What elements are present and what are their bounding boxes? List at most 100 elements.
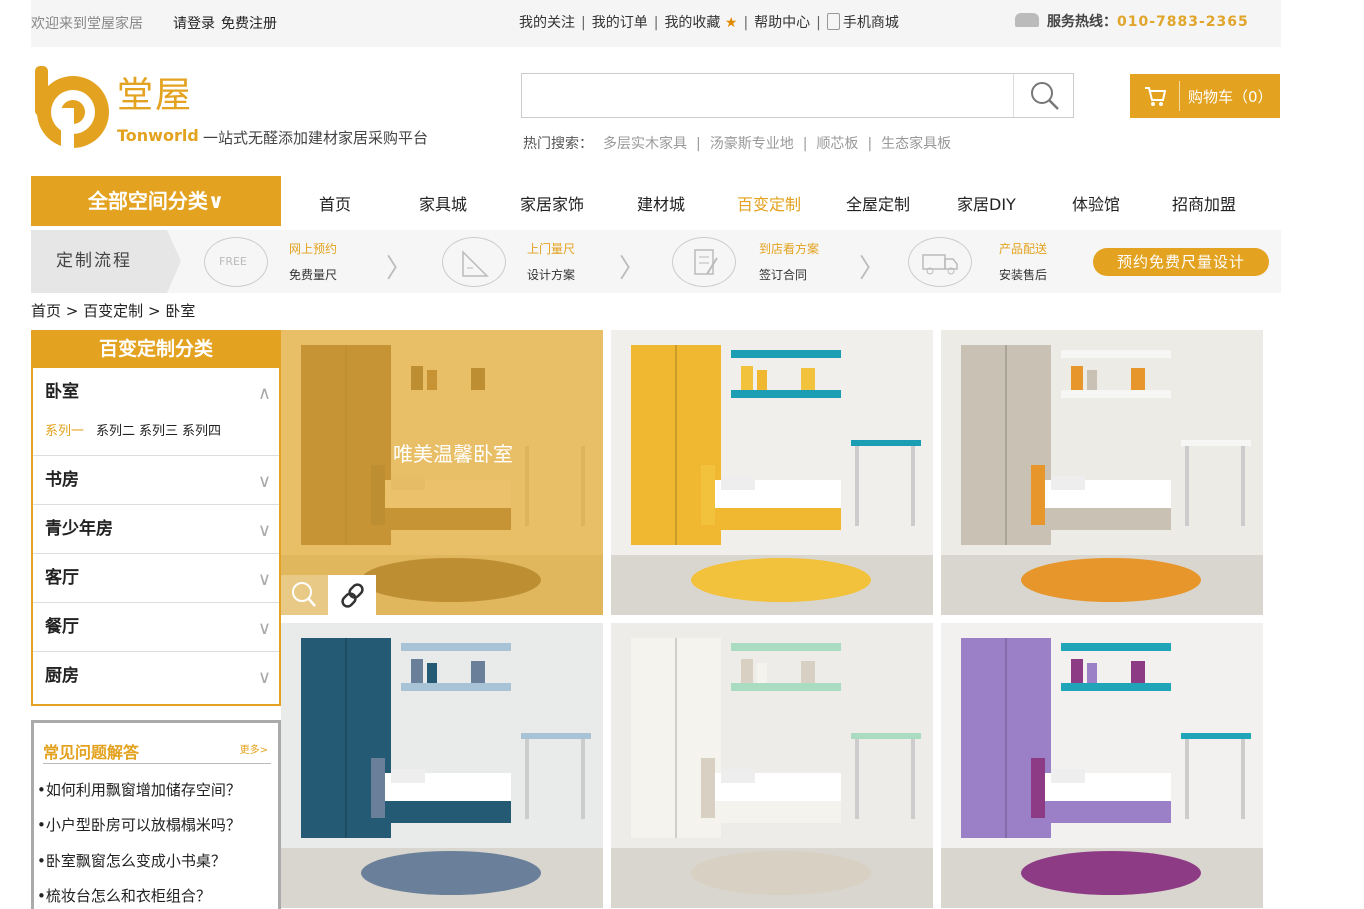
book	[1131, 368, 1145, 390]
chevron-down-icon: ∨	[257, 667, 271, 688]
desk	[1181, 733, 1251, 739]
breadcrumb-home[interactable]: 首页	[31, 302, 61, 320]
sidebar-item-label: 青少年房	[45, 519, 113, 539]
book	[1087, 663, 1097, 683]
wardrobe-seam	[1005, 345, 1007, 545]
step-title: 上门量尺	[527, 242, 576, 256]
sidebar-item-study[interactable]: 书房 ∨	[33, 456, 279, 505]
service-hotline: 服务热线：010-7883-2365	[1015, 11, 1249, 31]
shelf	[731, 350, 841, 358]
book	[741, 366, 753, 390]
sidebar-item-dining-room[interactable]: 餐厅 ∨	[33, 603, 279, 652]
hot-keyword[interactable]: 生态家具板	[881, 136, 951, 152]
pillow	[1051, 769, 1085, 783]
register-link[interactable]: 免费注册	[221, 16, 277, 32]
my-follow-link[interactable]: 我的关注	[519, 15, 575, 31]
sidebar-item-bedroom[interactable]: 卧室 ∧ 系列一 系列二 系列三 系列四	[33, 368, 279, 456]
sidebar-item-label: 卧室	[45, 382, 79, 402]
desk-leg	[911, 446, 915, 526]
headboard	[1031, 465, 1045, 525]
free-icon: FREE	[204, 237, 268, 287]
faq-more-link[interactable]: 更多>	[240, 741, 268, 756]
book-free-measure-button[interactable]: 预约免费尺量设计	[1093, 248, 1269, 276]
series-link[interactable]: 系列二	[96, 424, 135, 439]
link-button[interactable]	[328, 575, 376, 615]
rug	[1021, 558, 1201, 602]
pillow	[391, 769, 425, 783]
faq-question[interactable]: •梳妆台怎么和衣柜组合？	[37, 885, 211, 906]
sidebar-item-label: 厨房	[45, 666, 79, 686]
zoom-button[interactable]	[281, 575, 328, 615]
sidebar-item-living-room[interactable]: 客厅 ∨	[33, 554, 279, 603]
mobile-store-link[interactable]: 手机商城	[843, 15, 899, 31]
my-favorites-link[interactable]: 我的收藏	[664, 15, 720, 31]
product-tile[interactable]	[281, 623, 603, 908]
headboard	[701, 465, 715, 525]
nav-diy[interactable]: 家居DIY	[957, 191, 1016, 215]
login-link[interactable]: 请登录	[173, 16, 215, 32]
contract-icon	[672, 237, 736, 287]
nav-custom[interactable]: 百变定制	[737, 191, 801, 215]
bedroom-photo	[941, 623, 1263, 908]
shelf	[731, 683, 841, 691]
search-button[interactable]	[1013, 74, 1073, 117]
product-tile[interactable]	[941, 330, 1263, 615]
separator: |	[653, 15, 659, 31]
faq-title: 常见问题解答	[43, 743, 140, 762]
book	[801, 661, 815, 683]
nav-furniture-mall[interactable]: 家具城	[419, 191, 467, 215]
separator: |	[816, 15, 821, 31]
chevron-up-icon: ∧	[257, 383, 271, 404]
book	[1087, 370, 1097, 390]
search-input[interactable]	[522, 74, 1012, 117]
separator: |	[867, 136, 873, 152]
step-title: 产品配送	[999, 242, 1048, 256]
wardrobe-seam	[675, 638, 677, 838]
headboard	[701, 758, 715, 818]
nav-franchise[interactable]: 招商加盟	[1172, 191, 1236, 215]
breadcrumb-separator: >	[65, 302, 79, 320]
step-subtitle: 设计方案	[527, 268, 576, 282]
help-center-link[interactable]: 帮助中心	[754, 15, 810, 31]
site-logo[interactable]: 堂屋 Tonworld 一站式无醛添加建材家居采购平台	[31, 60, 461, 160]
desk	[521, 733, 591, 739]
hot-keyword[interactable]: 多层实木家具	[603, 136, 687, 152]
breadcrumb-custom[interactable]: 百变定制	[83, 302, 143, 320]
shelf	[401, 643, 511, 651]
product-tile[interactable]: 唯美温馨卧室	[281, 330, 603, 615]
step-title: 到店看方案	[759, 242, 820, 256]
desk-leg	[1241, 446, 1245, 526]
auth-links: 请登录 免费注册	[173, 13, 283, 33]
wardrobe-seam	[675, 345, 677, 545]
faq-question[interactable]: •如何利用飘窗增加储存空间？	[37, 779, 241, 800]
book	[411, 659, 423, 683]
sidebar-item-kitchen[interactable]: 厨房 ∨	[33, 652, 279, 701]
product-tile[interactable]	[611, 330, 933, 615]
bed-base	[1031, 508, 1171, 530]
separator: |	[581, 15, 586, 31]
cart-label: 购物车（0）	[1188, 88, 1273, 106]
product-tile[interactable]	[941, 623, 1263, 908]
sidebar-item-teen-room[interactable]: 青少年房 ∨	[33, 505, 279, 554]
series-link[interactable]: 系列四	[182, 424, 221, 439]
series-link[interactable]: 系列一	[45, 424, 84, 439]
faq-question[interactable]: •卧室飘窗怎么变成小书桌？	[37, 850, 226, 871]
nav-building-materials[interactable]: 建材城	[637, 191, 685, 215]
nav-whole-house[interactable]: 全屋定制	[846, 191, 910, 215]
hot-keyword[interactable]: 汤豪斯专业地	[710, 136, 794, 152]
nav-home[interactable]: 首页	[319, 191, 351, 215]
cart-button[interactable]: 购物车（0）	[1130, 74, 1280, 118]
hot-keyword[interactable]: 顺芯板	[816, 136, 858, 152]
product-tile[interactable]	[611, 623, 933, 908]
all-categories-button[interactable]: 全部空间分类∨	[31, 176, 281, 226]
bedroom-photo	[611, 330, 933, 615]
nav-home-decor[interactable]: 家居家饰	[520, 191, 584, 215]
my-orders-link[interactable]: 我的订单	[592, 15, 648, 31]
shelf	[1061, 350, 1171, 358]
series-link[interactable]: 系列三	[139, 424, 178, 439]
tile-hover-overlay: 唯美温馨卧室	[281, 330, 603, 615]
wardrobe-seam	[345, 638, 347, 838]
nav-experience-hall[interactable]: 体验馆	[1072, 191, 1120, 215]
desk-leg	[525, 739, 529, 819]
faq-question[interactable]: •小户型卧房可以放榻榻米吗？	[37, 814, 241, 835]
